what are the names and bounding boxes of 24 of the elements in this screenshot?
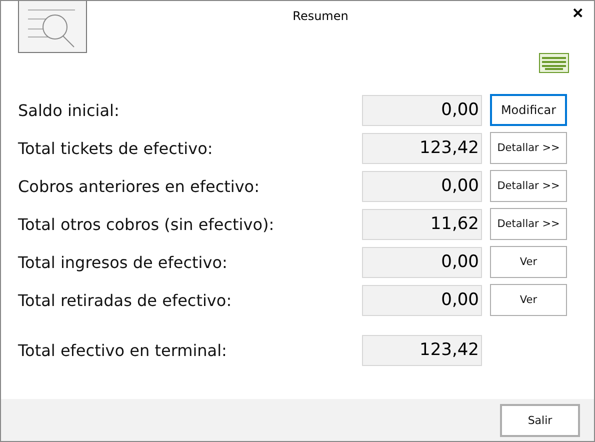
value-field: 123,42 <box>362 132 482 164</box>
value-field: 0,00 <box>362 246 482 278</box>
action-button[interactable]: Detallar >> <box>490 132 567 164</box>
action-button[interactable]: Detallar >> <box>490 208 567 240</box>
field-label: Saldo inicial: <box>18 100 120 120</box>
action-button[interactable]: Modificar <box>490 94 567 126</box>
value-field: 11,62 <box>362 208 482 240</box>
field-label: Total tickets de efectivo: <box>18 138 214 158</box>
window-title: Resumen <box>292 8 350 23</box>
keyboard-icon[interactable] <box>539 53 569 73</box>
field-label: Total ingresos de efectivo: <box>18 252 228 272</box>
value-field: 0,00 <box>362 94 482 126</box>
action-button[interactable]: Ver <box>490 246 567 278</box>
value-field: 0,00 <box>362 170 482 202</box>
field-label: Total efectivo en terminal: <box>18 340 228 360</box>
action-button[interactable]: Detallar >> <box>490 170 567 202</box>
field-label: Total otros cobros (sin efectivo): <box>18 214 276 234</box>
action-button[interactable]: Ver <box>490 284 567 316</box>
value-field: 123,42 <box>362 334 482 366</box>
field-label: Total retiradas de efectivo: <box>18 290 233 310</box>
field-label: Cobros anteriores en efectivo: <box>18 176 260 196</box>
value-field: 0,00 <box>362 284 482 316</box>
close-button[interactable]: ✕ <box>572 1 594 21</box>
exit-button[interactable]: Salir <box>500 404 580 436</box>
